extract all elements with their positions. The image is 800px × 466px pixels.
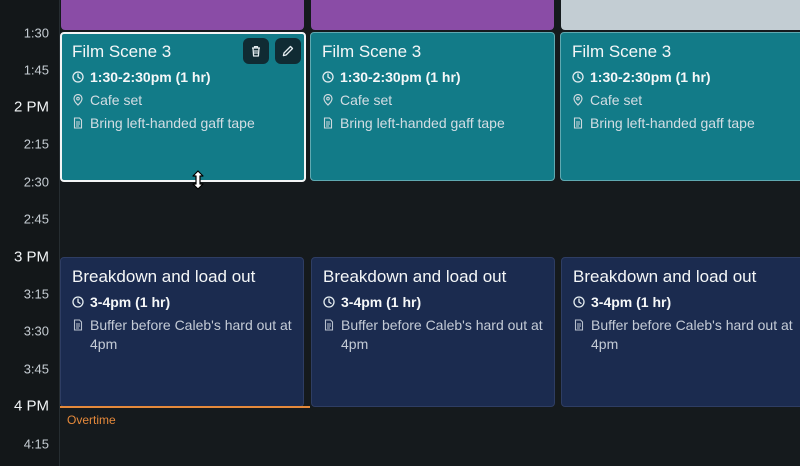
clock-icon [572, 71, 584, 83]
resize-vertical-icon[interactable] [190, 170, 206, 190]
event-note: Bring left-handed gaff tape [590, 115, 755, 131]
time-label: 4 PM [13, 397, 49, 415]
top-event-purple[interactable] [61, 0, 304, 30]
overtime-line [60, 406, 310, 408]
event-location: Cafe set [590, 92, 643, 108]
note-icon [73, 117, 83, 129]
time-gutter: 1:30 1:45 2 PM 2:15 2:30 2:45 3 PM 3:15 … [0, 0, 60, 466]
top-event-purple[interactable] [311, 0, 554, 30]
event-breakdown[interactable]: Breakdown and load out 3-4pm (1 hr) Buff… [60, 257, 304, 407]
event-time-row: 1:30-2:30pm (1 hr) [322, 68, 543, 87]
event-time-row: 1:30-2:30pm (1 hr) [572, 68, 793, 87]
event-note-row: Buffer before Caleb's hard out at 4pm [72, 316, 292, 354]
event-time-row: 1:30-2:30pm (1 hr) [72, 68, 294, 87]
event-time: 3-4pm (1 hr) [591, 294, 672, 310]
trash-icon [252, 45, 260, 57]
time-label: 4:15 [23, 436, 49, 452]
time-label: 2 PM [13, 98, 49, 116]
event-note: Buffer before Caleb's hard out at 4pm [90, 317, 292, 352]
event-note: Bring left-handed gaff tape [90, 115, 255, 131]
event-film-scene[interactable]: Film Scene 3 1:30-2:30pm (1 hr) Cafe set… [560, 32, 800, 181]
event-film-scene[interactable]: Film Scene 3 1:30-2:30pm (1 hr) Cafe set… [60, 32, 306, 182]
event-breakdown[interactable]: Breakdown and load out 3-4pm (1 hr) Buff… [561, 257, 800, 407]
event-time: 3-4pm (1 hr) [341, 294, 422, 310]
event-title: Film Scene 3 [322, 42, 422, 61]
time-label: 2:45 [23, 211, 49, 227]
note-icon [574, 319, 584, 331]
time-label: 3:30 [23, 323, 49, 339]
note-icon [73, 319, 83, 331]
event-note-row: Bring left-handed gaff tape [572, 114, 793, 133]
delete-button[interactable] [243, 38, 269, 64]
event-time: 3-4pm (1 hr) [90, 294, 171, 310]
event-location: Cafe set [90, 92, 143, 108]
event-location: Cafe set [340, 92, 393, 108]
event-location-row: Cafe set [322, 91, 543, 110]
map-pin-icon [73, 94, 83, 106]
clock-icon [72, 296, 84, 308]
overtime-label: Overtime [67, 413, 116, 427]
edit-button[interactable] [275, 38, 301, 64]
event-note: Buffer before Caleb's hard out at 4pm [341, 317, 543, 352]
clock-icon [322, 71, 334, 83]
event-time: 1:30-2:30pm (1 hr) [590, 69, 711, 85]
event-time: 1:30-2:30pm (1 hr) [340, 69, 461, 85]
event-title: Breakdown and load out [323, 267, 507, 286]
event-time-row: 3-4pm (1 hr) [323, 293, 543, 312]
map-pin-icon [573, 94, 583, 106]
note-icon [323, 117, 333, 129]
calendar-grid: Film Scene 3 1:30-2:30pm (1 hr) Cafe set… [60, 0, 800, 466]
clock-icon [72, 71, 84, 83]
event-location-row: Cafe set [72, 91, 294, 110]
time-label: 3 PM [13, 248, 49, 266]
event-time: 1:30-2:30pm (1 hr) [90, 69, 211, 85]
event-note: Bring left-handed gaff tape [340, 115, 505, 131]
event-note: Buffer before Caleb's hard out at 4pm [591, 317, 793, 352]
event-title: Film Scene 3 [572, 42, 672, 61]
note-icon [573, 117, 583, 129]
event-location-row: Cafe set [572, 91, 793, 110]
event-note-row: Buffer before Caleb's hard out at 4pm [323, 316, 543, 354]
note-icon [324, 319, 334, 331]
event-note-row: Bring left-handed gaff tape [72, 114, 294, 133]
event-time-row: 3-4pm (1 hr) [573, 293, 795, 312]
event-note-row: Bring left-handed gaff tape [322, 114, 543, 133]
pencil-icon [282, 45, 294, 57]
time-label: 3:45 [23, 361, 49, 377]
clock-icon [323, 296, 335, 308]
event-film-scene[interactable]: Film Scene 3 1:30-2:30pm (1 hr) Cafe set… [310, 32, 555, 181]
time-label: 1:30 [23, 25, 49, 41]
time-label: 2:15 [23, 136, 49, 152]
time-label: 3:15 [23, 286, 49, 302]
time-label: 1:45 [23, 62, 49, 78]
event-time-row: 3-4pm (1 hr) [72, 293, 292, 312]
map-pin-icon [323, 94, 333, 106]
clock-icon [573, 296, 585, 308]
top-event-gray[interactable] [561, 0, 800, 30]
event-title: Breakdown and load out [573, 267, 757, 286]
event-note-row: Buffer before Caleb's hard out at 4pm [573, 316, 795, 354]
time-label: 2:30 [23, 174, 49, 190]
event-title: Breakdown and load out [72, 267, 256, 286]
event-breakdown[interactable]: Breakdown and load out 3-4pm (1 hr) Buff… [311, 257, 555, 407]
